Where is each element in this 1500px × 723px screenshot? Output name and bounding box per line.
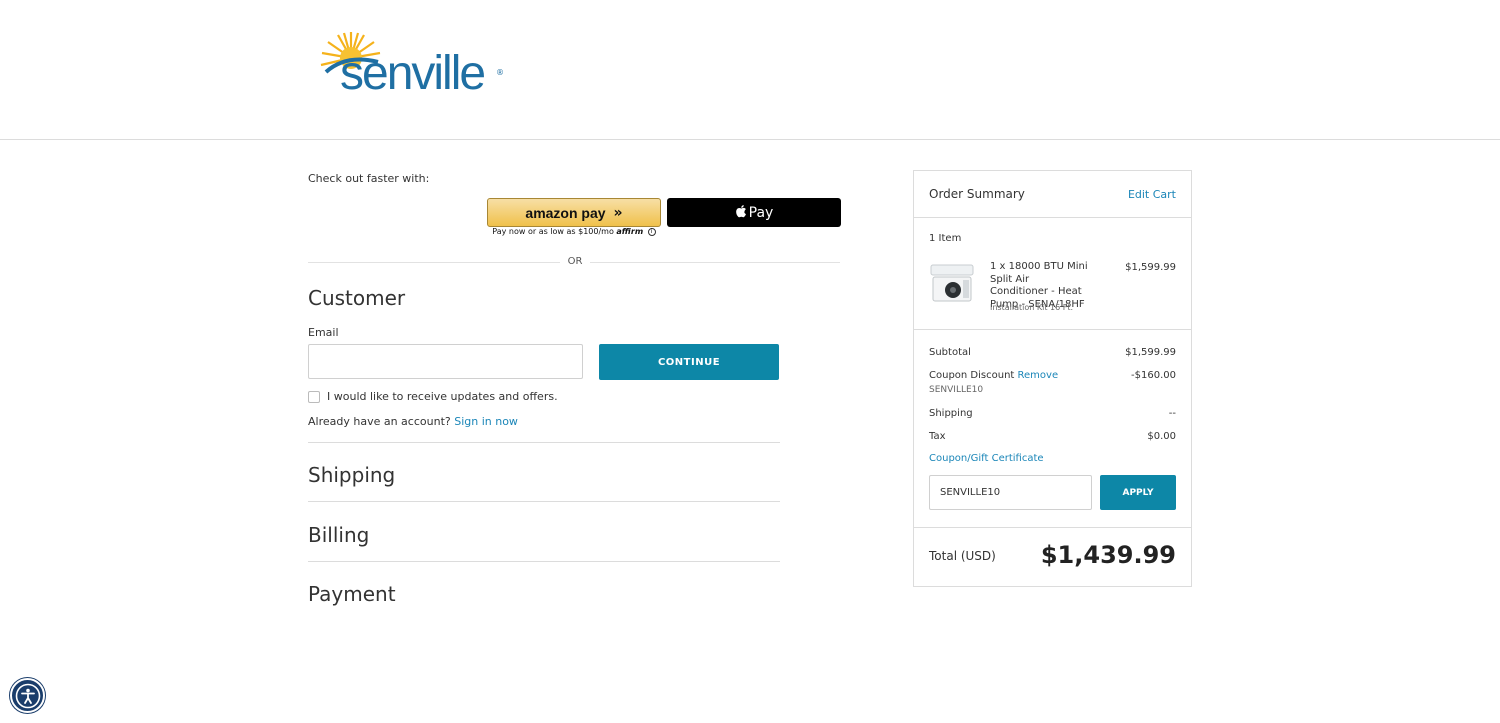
applied-coupon-code: SENVILLE10 (929, 385, 984, 395)
accessibility-icon (15, 683, 40, 708)
amazon-pay-button[interactable]: amazon pay » (487, 198, 661, 227)
product-thumbnail (929, 261, 975, 307)
customer-heading: Customer (308, 286, 406, 310)
item-count: 1 Item (929, 233, 962, 244)
account-prompt-text: Already have an account? (308, 415, 451, 428)
section-divider (308, 442, 780, 443)
total-label: Total (USD) (929, 549, 996, 563)
apple-pay-label: Pay (748, 204, 774, 221)
apple-pay-button[interactable]: Pay (667, 198, 841, 227)
summary-divider (914, 329, 1191, 330)
sign-in-link[interactable]: Sign in now (454, 415, 518, 428)
shipping-value: -- (1168, 408, 1176, 419)
site-header: senville ® (0, 0, 1500, 140)
affirm-brand: affirm (616, 227, 644, 236)
amazon-arrows-icon: » (613, 204, 623, 221)
continue-button[interactable]: CONTINUE (599, 344, 779, 380)
payment-heading: Payment (308, 582, 396, 606)
coupon-discount-value: -$160.00 (1131, 370, 1176, 381)
shipping-label: Shipping (929, 408, 973, 419)
account-prompt: Already have an account? Sign in now (308, 415, 518, 428)
logo-registered-mark: ® (496, 68, 504, 77)
accessibility-button[interactable] (10, 678, 45, 713)
apply-coupon-button[interactable]: APPLY (1100, 475, 1176, 510)
apple-icon (735, 204, 747, 222)
email-field[interactable] (308, 344, 583, 379)
section-divider (308, 501, 780, 502)
or-line-right (590, 262, 840, 263)
section-divider (308, 561, 780, 562)
updates-label: I would like to receive updates and offe… (327, 390, 558, 403)
coupon-discount-label: Coupon Discount (929, 370, 1015, 381)
product-option: Installation Kit 16 Ft. (990, 303, 1074, 312)
affirm-message[interactable]: Pay now or as low as $100/mo affirm i (487, 227, 661, 236)
coupon-discount-row: Coupon Discount Remove (929, 370, 1058, 381)
order-summary: Order Summary Edit Cart 1 Item 1 x 18000… (913, 170, 1192, 587)
tax-value: $0.00 (1147, 431, 1176, 442)
billing-heading: Billing (308, 523, 370, 547)
affirm-text: Pay now or as low as $100/mo (492, 227, 614, 236)
order-summary-header: Order Summary Edit Cart (914, 171, 1191, 218)
summary-divider (914, 527, 1191, 528)
total-value: $1,439.99 (1040, 541, 1176, 569)
product-price: $1,599.99 (1125, 262, 1176, 273)
shipping-heading: Shipping (308, 463, 396, 487)
subtotal-label: Subtotal (929, 347, 971, 358)
or-label: OR (567, 256, 583, 267)
info-icon[interactable]: i (647, 227, 656, 236)
or-separator: OR (308, 256, 840, 268)
logo-wordmark: senville (340, 47, 486, 100)
amazon-pay-label: amazon pay (525, 204, 606, 221)
order-summary-title: Order Summary (929, 187, 1025, 201)
coupon-remove-link[interactable]: Remove (1018, 370, 1059, 381)
express-checkout-label: Check out faster with: (308, 172, 430, 185)
updates-option[interactable]: I would like to receive updates and offe… (308, 390, 558, 403)
edit-cart-link[interactable]: Edit Cart (1128, 188, 1176, 201)
coupon-code-input[interactable]: SENVILLE10 (929, 475, 1092, 510)
or-line-left (308, 262, 560, 263)
updates-checkbox[interactable] (308, 390, 320, 403)
subtotal-value: $1,599.99 (1125, 347, 1176, 358)
coupon-gift-certificate-link[interactable]: Coupon/Gift Certificate (929, 453, 1044, 464)
tax-label: Tax (929, 431, 946, 442)
senville-logo[interactable]: senville ® (316, 28, 506, 106)
email-label: Email (308, 326, 339, 339)
